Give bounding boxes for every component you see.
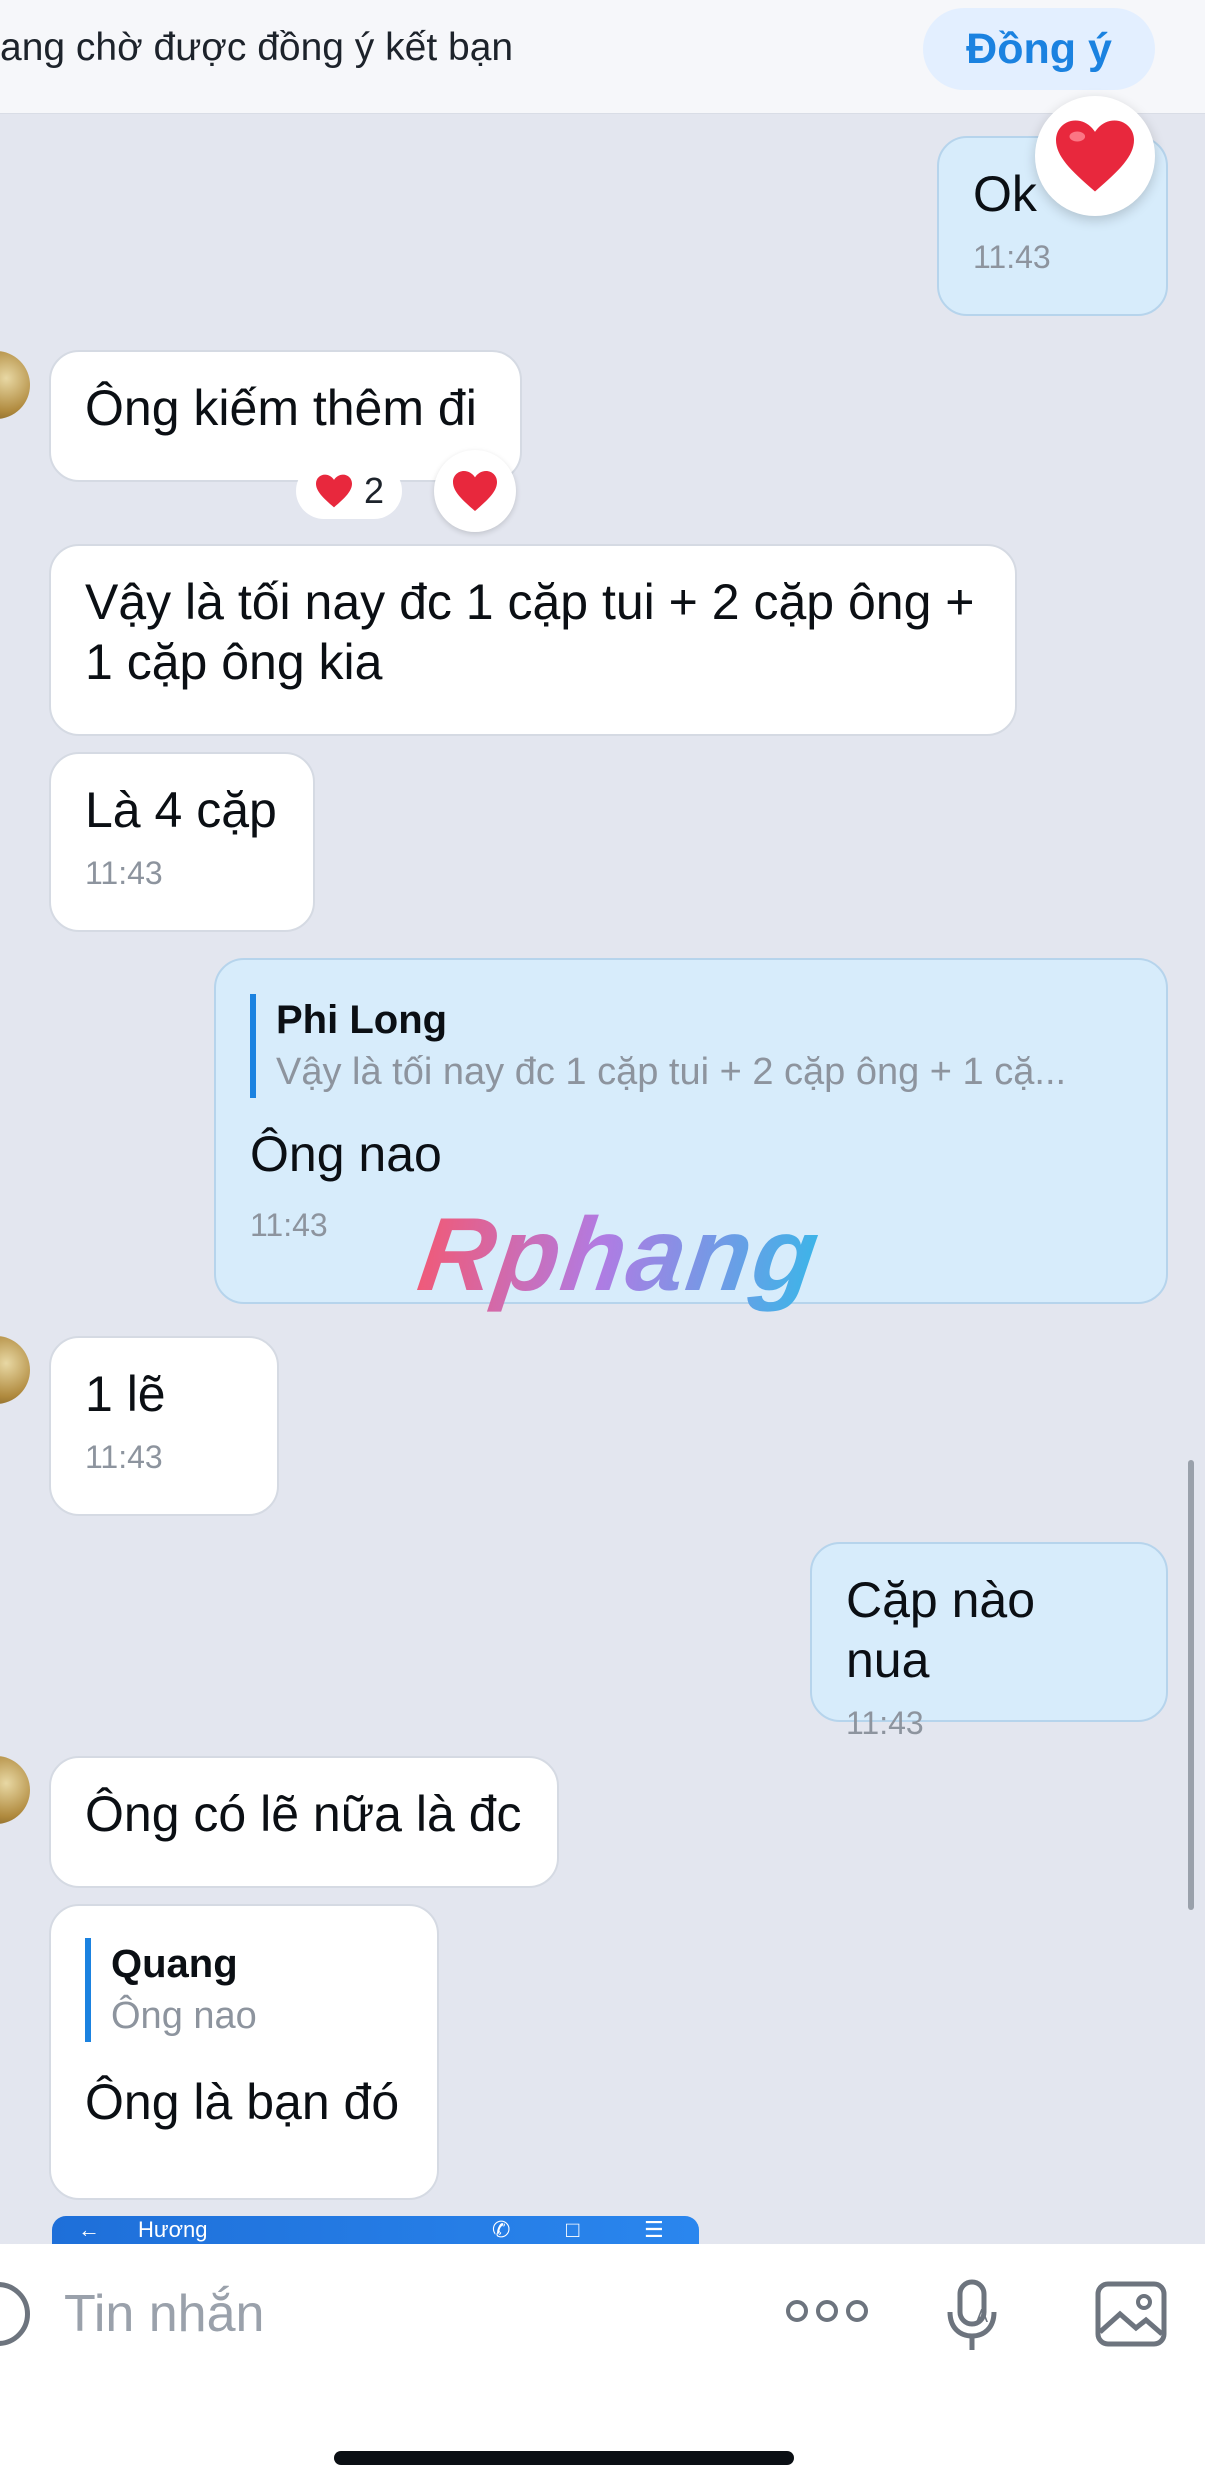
message-input[interactable]: Tin nhắn	[64, 2284, 264, 2344]
message-text: Ông là bạn đó	[85, 2074, 400, 2130]
message-time: 11:43	[973, 239, 1051, 275]
message-text: Ok	[973, 166, 1037, 222]
reaction-count: 2	[364, 470, 385, 511]
sticker-icon[interactable]	[0, 2282, 30, 2346]
message-text: Ông có lẽ nữa là đc	[85, 1786, 522, 1842]
reply-sender-name: Quang	[111, 1942, 238, 1986]
message-text: Vậy là tối nay đc 1 cặp tui + 2 cặp ông …	[85, 574, 975, 690]
message-text: Là 4 cặp	[85, 782, 277, 838]
reply-quote[interactable]: Quang Ông nao	[85, 1938, 403, 2042]
preview-contact-name: Hương	[138, 2217, 208, 2242]
message-bubble-incoming-reply[interactable]: Quang Ông nao Ông là bạn đó	[49, 1904, 439, 2200]
message-text: Ông nao	[250, 1126, 442, 1182]
message-bubble-incoming[interactable]: Là 4 cặp 11:43	[49, 752, 315, 932]
message-time: 11:43	[85, 855, 163, 891]
video-icon: □	[566, 2217, 580, 2242]
back-arrow-icon: ←	[78, 2217, 100, 2242]
more-icon[interactable]	[786, 2300, 868, 2330]
home-indicator	[334, 2451, 794, 2465]
reply-sender-name: Phi Long	[276, 998, 448, 1042]
message-text: 1 lẽ	[85, 1366, 166, 1422]
image-message-preview[interactable]: ← Hương ✆ □ ☰	[52, 2216, 699, 2244]
friend-request-bar: ang chờ được đồng ý kết bạn Đồng ý	[0, 0, 1205, 114]
avatar[interactable]	[0, 351, 30, 419]
reply-quoted-text: Vậy là tối nay đc 1 cặp tui + 2 cặp ông …	[276, 1051, 1067, 1093]
agree-button[interactable]: Đồng ý	[923, 8, 1155, 90]
avatar[interactable]	[0, 1336, 30, 1404]
message-text: Ông kiếm thêm đi	[85, 380, 477, 436]
pending-friend-text: ang chờ được đồng ý kết bạn	[0, 26, 514, 69]
heart-icon	[316, 474, 352, 508]
avatar[interactable]	[0, 1756, 30, 1824]
scrollbar[interactable]	[1188, 1460, 1194, 1910]
message-bubble-outgoing[interactable]: Cặp nào nua 11:43	[810, 1542, 1168, 1741]
heart-icon	[453, 471, 497, 511]
message-bubble-incoming[interactable]: 1 lẽ 11:43	[49, 1336, 279, 1516]
watermark-logo: Rphang	[411, 1197, 828, 1313]
message-time: 11:43	[846, 1705, 924, 1741]
message-bubble-incoming[interactable]: Ông có lẽ nữa là đc	[49, 1756, 559, 1888]
list-icon: ☰	[644, 2217, 664, 2242]
reply-quoted-text: Ông nao	[111, 1995, 257, 2037]
voice-icon[interactable]: A	[946, 2278, 1000, 2359]
react-heart-button[interactable]	[434, 450, 516, 532]
image-icon[interactable]	[1094, 2280, 1168, 2353]
message-bubble-incoming[interactable]: Vậy là tối nay đc 1 cặp tui + 2 cặp ông …	[49, 544, 1017, 736]
svg-text:A: A	[976, 2306, 988, 2326]
message-time: 11:43	[85, 1439, 163, 1475]
phone-icon: ✆	[492, 2217, 511, 2242]
heart-reaction-icon[interactable]	[1035, 96, 1155, 216]
reaction-summary[interactable]: 2	[296, 463, 403, 519]
reply-quote[interactable]: Phi Long Vậy là tối nay đc 1 cặp tui + 2…	[250, 994, 1132, 1098]
message-text: Cặp nào nua	[846, 1572, 1036, 1688]
